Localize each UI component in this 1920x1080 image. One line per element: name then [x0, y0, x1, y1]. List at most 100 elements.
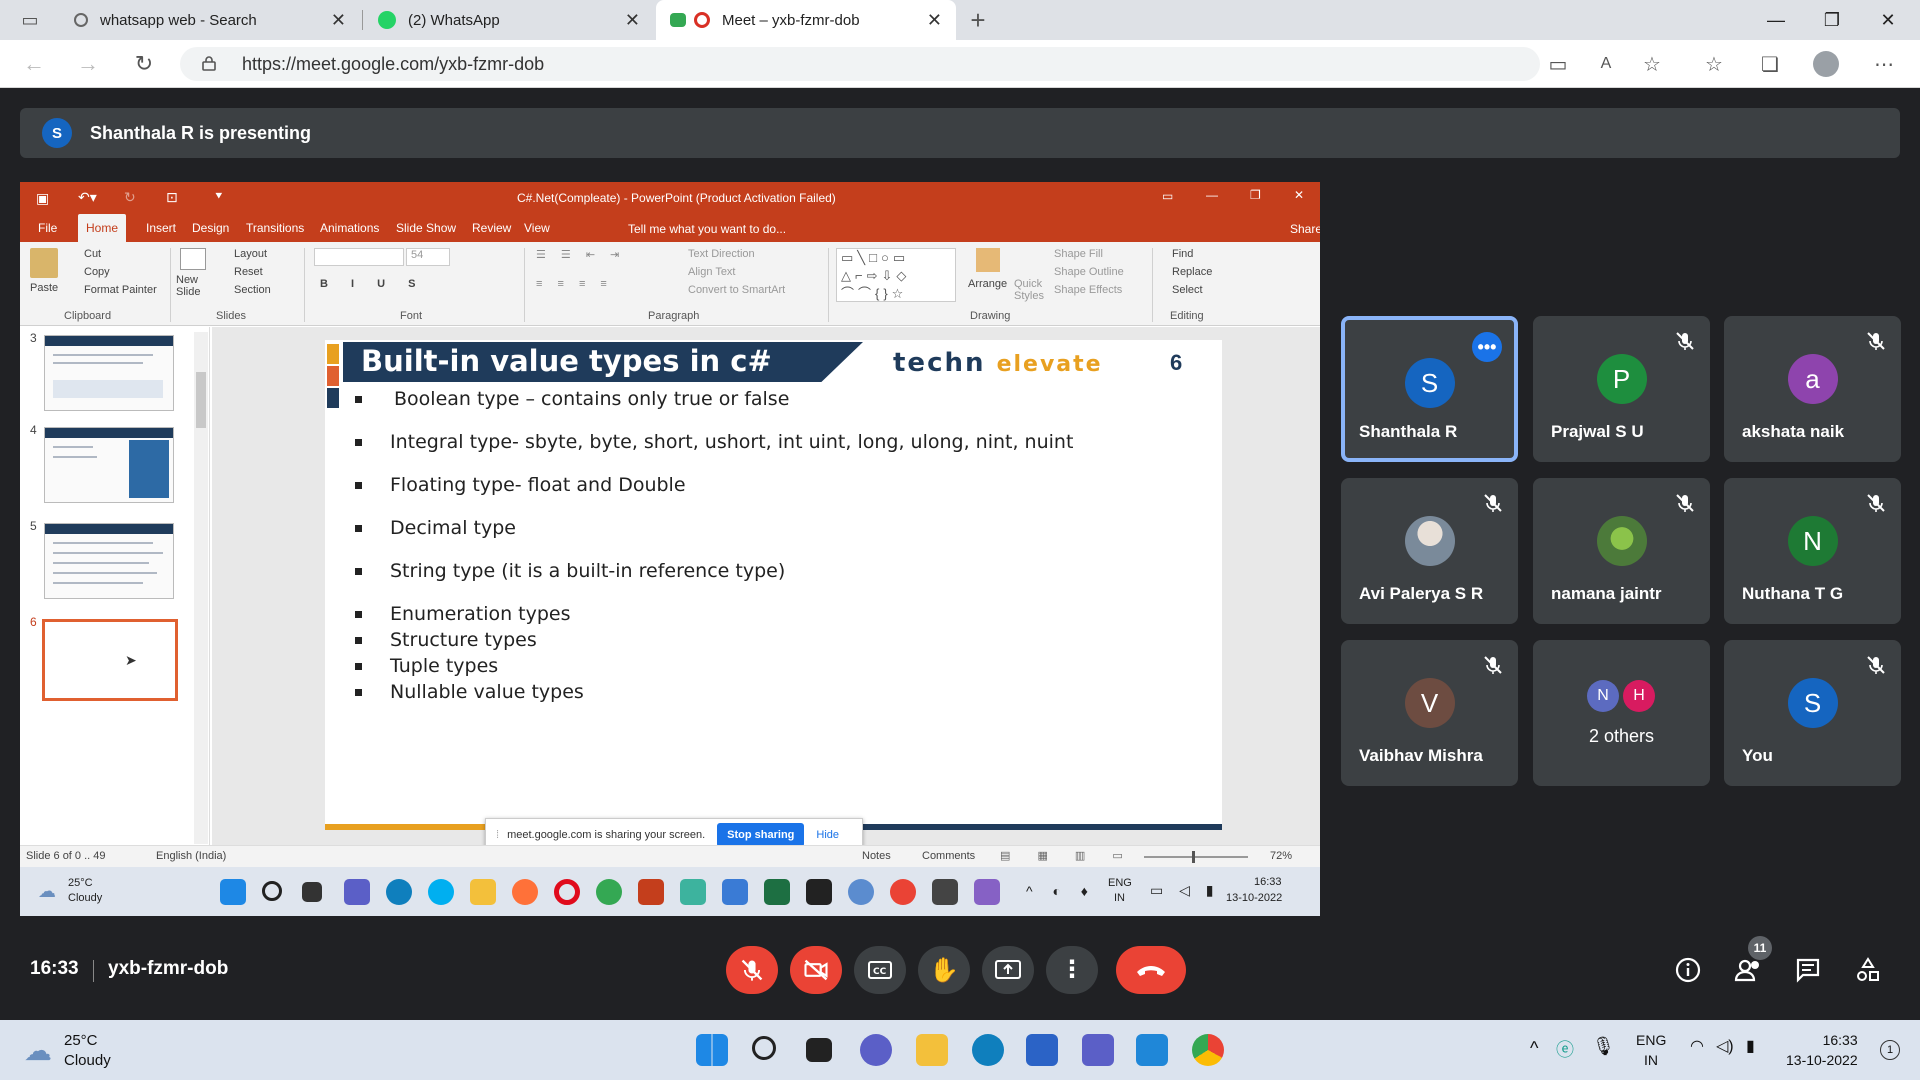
participant-tile[interactable]: a akshata naik: [1724, 316, 1901, 462]
ribbon-tab-slideshow[interactable]: Slide Show: [388, 214, 464, 242]
ribbon-tab-home[interactable]: Home: [78, 214, 127, 242]
chat-icon[interactable]: [860, 1034, 892, 1066]
lang-indicator[interactable]: ENG: [1636, 1032, 1666, 1048]
task-view-icon[interactable]: [806, 1038, 832, 1062]
share-button[interactable]: Share: [1290, 222, 1320, 236]
chrome-icon[interactable]: [1192, 1034, 1224, 1066]
forward-icon[interactable]: →: [72, 48, 104, 80]
start-icon[interactable]: [696, 1034, 728, 1066]
tray-icons[interactable]: ^ ◐ ♦: [1026, 883, 1096, 899]
app-icon[interactable]: [932, 879, 958, 905]
ppt-close-icon[interactable]: ✕: [1294, 188, 1304, 202]
new-tab-icon[interactable]: +: [962, 4, 994, 36]
search-icon[interactable]: [262, 881, 282, 901]
thumbnail-scrollbar[interactable]: [194, 332, 208, 844]
slide-thumbnail-6[interactable]: ➤: [42, 619, 178, 701]
new-slide-button[interactable]: New Slide: [176, 274, 208, 298]
participant-tile[interactable]: P Prajwal S U: [1533, 316, 1710, 462]
skype-icon[interactable]: [428, 879, 454, 905]
shape-effects-button[interactable]: Shape Effects: [1054, 284, 1122, 296]
excel-icon[interactable]: [764, 879, 790, 905]
edge-icon[interactable]: [972, 1034, 1004, 1066]
file-explorer-icon[interactable]: [916, 1034, 948, 1066]
more-options-button[interactable]: ⋮: [1046, 946, 1098, 994]
undo-icon[interactable]: ↶▾: [78, 189, 97, 206]
profile-avatar[interactable]: [1810, 48, 1842, 80]
search-icon[interactable]: [752, 1036, 776, 1060]
ribbon-tab-review[interactable]: Review: [464, 214, 519, 242]
shapes-gallery[interactable]: ▭╲□○▭ △⌐⇨⇩◇ ⌒⌒{}☆: [836, 248, 956, 302]
settings-more-icon[interactable]: ⋯: [1868, 48, 1900, 80]
file-explorer-icon[interactable]: [470, 879, 496, 905]
leave-call-button[interactable]: [1116, 946, 1186, 994]
shape-outline-button[interactable]: Shape Outline: [1054, 266, 1124, 278]
replace-button[interactable]: Replace: [1172, 266, 1212, 278]
ribbon-tab-insert[interactable]: Insert: [138, 214, 184, 242]
participant-tile[interactable]: Avi Palerya S R: [1341, 478, 1518, 624]
chrome-icon[interactable]: [890, 879, 916, 905]
stop-sharing-button[interactable]: Stop sharing: [717, 823, 805, 847]
others-tile[interactable]: N H 2 others: [1533, 640, 1710, 786]
opera-icon[interactable]: [554, 879, 580, 905]
tab-whatsapp-search[interactable]: whatsapp web - Search ✕: [60, 0, 360, 40]
participant-tile[interactable]: namana jaintr: [1533, 478, 1710, 624]
add-favorite-icon[interactable]: ☆: [1636, 48, 1668, 80]
snipping-icon[interactable]: [680, 879, 706, 905]
ribbon-tab-transitions[interactable]: Transitions: [238, 214, 312, 242]
battery-icon[interactable]: ▮: [1746, 1036, 1755, 1056]
shape-fill-button[interactable]: Shape Fill: [1054, 248, 1103, 260]
ribbon-tab-design[interactable]: Design: [184, 214, 237, 242]
vscode-icon[interactable]: [1136, 1034, 1168, 1066]
find-button[interactable]: Find: [1172, 248, 1193, 260]
terminal-icon[interactable]: [806, 879, 832, 905]
format-painter-button[interactable]: Format Painter: [84, 284, 157, 296]
present-icon[interactable]: ⊡: [166, 189, 178, 206]
close-tab-icon[interactable]: ✕: [331, 10, 346, 31]
slide-thumbnail-5[interactable]: [44, 523, 174, 599]
comments-button[interactable]: Comments: [922, 850, 975, 862]
hide-button[interactable]: Hide: [816, 829, 839, 841]
slide-thumbnail-3[interactable]: [44, 335, 174, 411]
notification-badge[interactable]: 1: [1880, 1040, 1900, 1060]
paste-button[interactable]: Paste: [30, 282, 58, 294]
participant-tile[interactable]: ••• S Shanthala R: [1341, 316, 1518, 462]
font-name-box[interactable]: [314, 248, 404, 266]
select-button[interactable]: Select: [1172, 284, 1203, 296]
restore-icon[interactable]: ❐: [1804, 0, 1860, 40]
url-field[interactable]: https://meet.google.com/yxb-fzmr-dob: [180, 47, 1540, 81]
task-view-icon[interactable]: [302, 882, 322, 902]
reset-button[interactable]: Reset: [234, 266, 263, 278]
teams-icon[interactable]: [1082, 1034, 1114, 1066]
arrange-button[interactable]: Arrange: [968, 278, 1007, 290]
convert-smartart-button[interactable]: Convert to SmartArt: [688, 284, 785, 296]
camera-toggle-button[interactable]: [790, 946, 842, 994]
activities-button[interactable]: [1852, 954, 1884, 986]
edge-tray-icon[interactable]: ⓔ: [1556, 1036, 1574, 1062]
back-icon[interactable]: ←: [18, 48, 50, 80]
lang-indicator[interactable]: ENG: [1108, 877, 1132, 889]
collections-icon[interactable]: ❏: [1754, 48, 1786, 80]
mic-icon[interactable]: 🎙: [1592, 1036, 1615, 1057]
ribbon-tab-animations[interactable]: Animations: [312, 214, 387, 242]
notes-button[interactable]: Notes: [862, 850, 891, 862]
visual-studio-icon[interactable]: [974, 879, 1000, 905]
close-tab-icon[interactable]: ✕: [625, 10, 640, 31]
calculator-icon[interactable]: [722, 879, 748, 905]
powerpoint-icon[interactable]: [638, 879, 664, 905]
layout-button[interactable]: Layout: [234, 248, 267, 260]
drag-handle-icon[interactable]: ⁞: [496, 829, 499, 841]
tell-me-box[interactable]: Tell me what you want to do...: [628, 222, 786, 236]
meeting-details-button[interactable]: [1672, 954, 1704, 986]
camera-icon[interactable]: ▭: [1542, 48, 1574, 80]
start-icon[interactable]: [220, 879, 246, 905]
self-tile[interactable]: S You: [1724, 640, 1901, 786]
ribbon-tab-file[interactable]: File: [30, 214, 65, 242]
font-size-box[interactable]: 54: [406, 248, 450, 266]
system-clock[interactable]: 16:33 13-10-2022: [1786, 1030, 1858, 1070]
tray-overflow-icon[interactable]: ^: [1530, 1038, 1538, 1059]
copy-button[interactable]: Copy: [84, 266, 110, 278]
ribbon-display-icon[interactable]: ▭: [1162, 189, 1173, 203]
language-status[interactable]: English (India): [156, 850, 226, 862]
customize-icon[interactable]: ⯆: [214, 189, 224, 204]
favorites-icon[interactable]: ☆: [1698, 48, 1730, 80]
